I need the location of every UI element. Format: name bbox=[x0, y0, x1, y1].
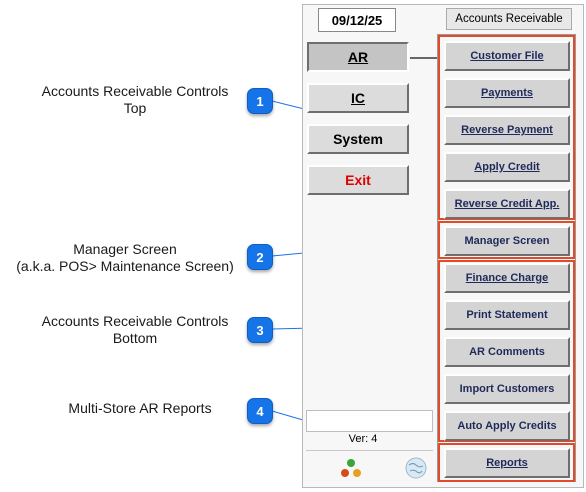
ic-nav-label: IC bbox=[351, 90, 365, 106]
exit-button[interactable]: Exit bbox=[307, 165, 409, 195]
callout-label-3: Accounts Receivable Controls Bottom bbox=[41, 313, 229, 346]
ar-nav-label: AR bbox=[347, 49, 369, 65]
callout-badge-1: 1 bbox=[247, 88, 273, 114]
version-field bbox=[306, 410, 433, 432]
callout-badge-4: 4 bbox=[247, 398, 273, 424]
ic-nav-button[interactable]: IC bbox=[307, 83, 409, 113]
ar-comments-button[interactable]: AR Comments bbox=[444, 337, 570, 367]
reverse-payment-button[interactable]: Reverse Payment bbox=[444, 115, 570, 145]
exit-label: Exit bbox=[345, 172, 371, 188]
customer-file-button[interactable]: Customer File bbox=[444, 41, 570, 71]
callout-badge-2: 2 bbox=[247, 244, 273, 270]
window-title: Accounts Receivable bbox=[446, 8, 572, 30]
network-status-icon bbox=[341, 459, 361, 477]
ar-nav-button[interactable]: AR bbox=[307, 42, 409, 72]
callout-label-1: Accounts Receivable Controls Top bbox=[41, 83, 229, 116]
auto-apply-credits-button[interactable]: Auto Apply Credits bbox=[444, 411, 570, 441]
apply-credit-button[interactable]: Apply Credit bbox=[444, 152, 570, 182]
system-nav-button[interactable]: System bbox=[307, 124, 409, 154]
reverse-credit-button[interactable]: Reverse Credit App. bbox=[444, 189, 570, 219]
reports-button[interactable]: Reports bbox=[444, 448, 570, 478]
date-display: 09/12/25 bbox=[318, 8, 396, 32]
print-statement-button[interactable]: Print Statement bbox=[444, 300, 570, 330]
system-nav-label: System bbox=[333, 131, 383, 147]
version-label: Ver: 4 bbox=[348, 433, 378, 445]
callout-badge-3: 3 bbox=[247, 317, 273, 343]
ar-connector-line bbox=[410, 57, 438, 59]
import-customers-button[interactable]: Import Customers bbox=[444, 374, 570, 404]
finance-charge-button[interactable]: Finance Charge bbox=[444, 263, 570, 293]
callout-label-2: Manager Screen (a.k.a. POS> Maintenance S… bbox=[16, 241, 234, 274]
manager-screen-button[interactable]: Manager Screen bbox=[444, 226, 570, 256]
payments-button[interactable]: Payments bbox=[444, 78, 570, 108]
callout-label-4: Multi-Store AR Reports bbox=[68, 400, 212, 416]
globe-icon bbox=[405, 457, 427, 479]
